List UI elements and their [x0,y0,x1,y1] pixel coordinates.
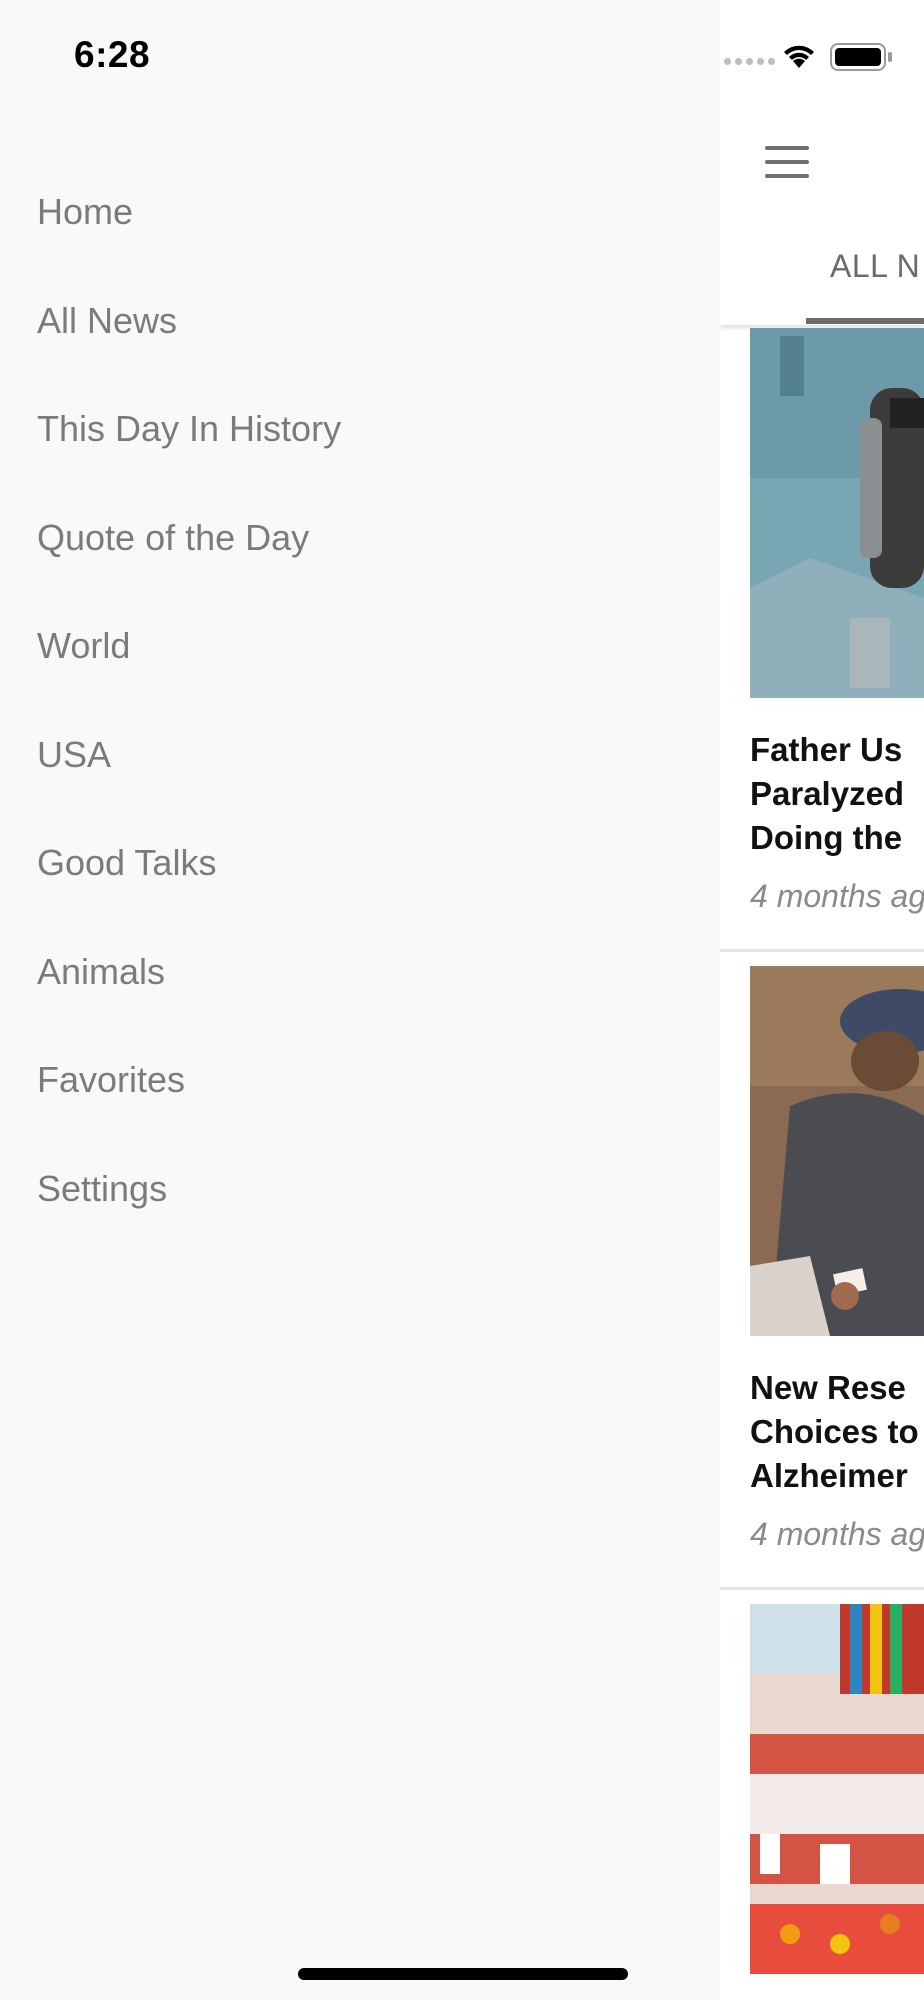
drawer-item-favorites[interactable]: Favorites [37,1050,341,1159]
news-card[interactable] [720,1604,924,1974]
news-card-title[interactable]: New Rese Choices to Alzheimer [750,1366,924,1498]
drawer-item-this-day-in-history[interactable]: This Day In History [37,399,341,508]
wifi-icon [784,45,814,68]
news-card[interactable]: New Rese Choices to Alzheimer 4 months a… [720,966,924,1590]
app-header: ALL N [720,100,924,325]
news-card[interactable]: Father Us Paralyzed Doing the 4 months a… [720,328,924,952]
scuba-diver-photo [750,328,924,698]
drawer-item-all-news[interactable]: All News [37,291,341,400]
drawer-item-animals[interactable]: Animals [37,942,341,1051]
battery-icon [830,43,892,71]
drawer-item-usa[interactable]: USA [37,725,341,834]
status-time: 6:28 [74,34,151,75]
drawer-item-settings[interactable]: Settings [37,1159,341,1268]
tab-indicator [806,318,924,324]
news-card-time: 4 months ag [750,1516,924,1552]
news-card-time: 4 months ag [750,878,924,914]
drawer-item-home[interactable]: Home [37,182,341,291]
hamburger-menu-icon[interactable] [765,146,809,178]
drawer-item-quote-of-the-day[interactable]: Quote of the Day [37,508,341,617]
news-feed[interactable]: Father Us Paralyzed Doing the 4 months a… [720,328,924,1974]
drawer-item-world[interactable]: World [37,616,341,725]
cellular-signal-icon [724,58,775,65]
screen: 6:28 Home All News This Day In History Q… [0,0,924,2000]
drawer-menu: Home All News This Day In History Quote … [37,182,341,1267]
news-card-title[interactable]: Father Us Paralyzed Doing the [750,728,924,860]
home-indicator[interactable] [298,1968,628,1980]
tab-all-news[interactable]: ALL N [830,248,920,285]
content-panel[interactable]: ALL N Father Us Paralyzed Doing the 4 mo… [720,0,924,2000]
drawer-item-good-talks[interactable]: Good Talks [37,833,341,942]
status-icons [720,38,924,78]
navigation-drawer: 6:28 Home All News This Day In History Q… [0,0,720,2000]
elderly-man-cards-photo [750,966,924,1336]
lego-exhibit-photo [750,1604,924,1974]
